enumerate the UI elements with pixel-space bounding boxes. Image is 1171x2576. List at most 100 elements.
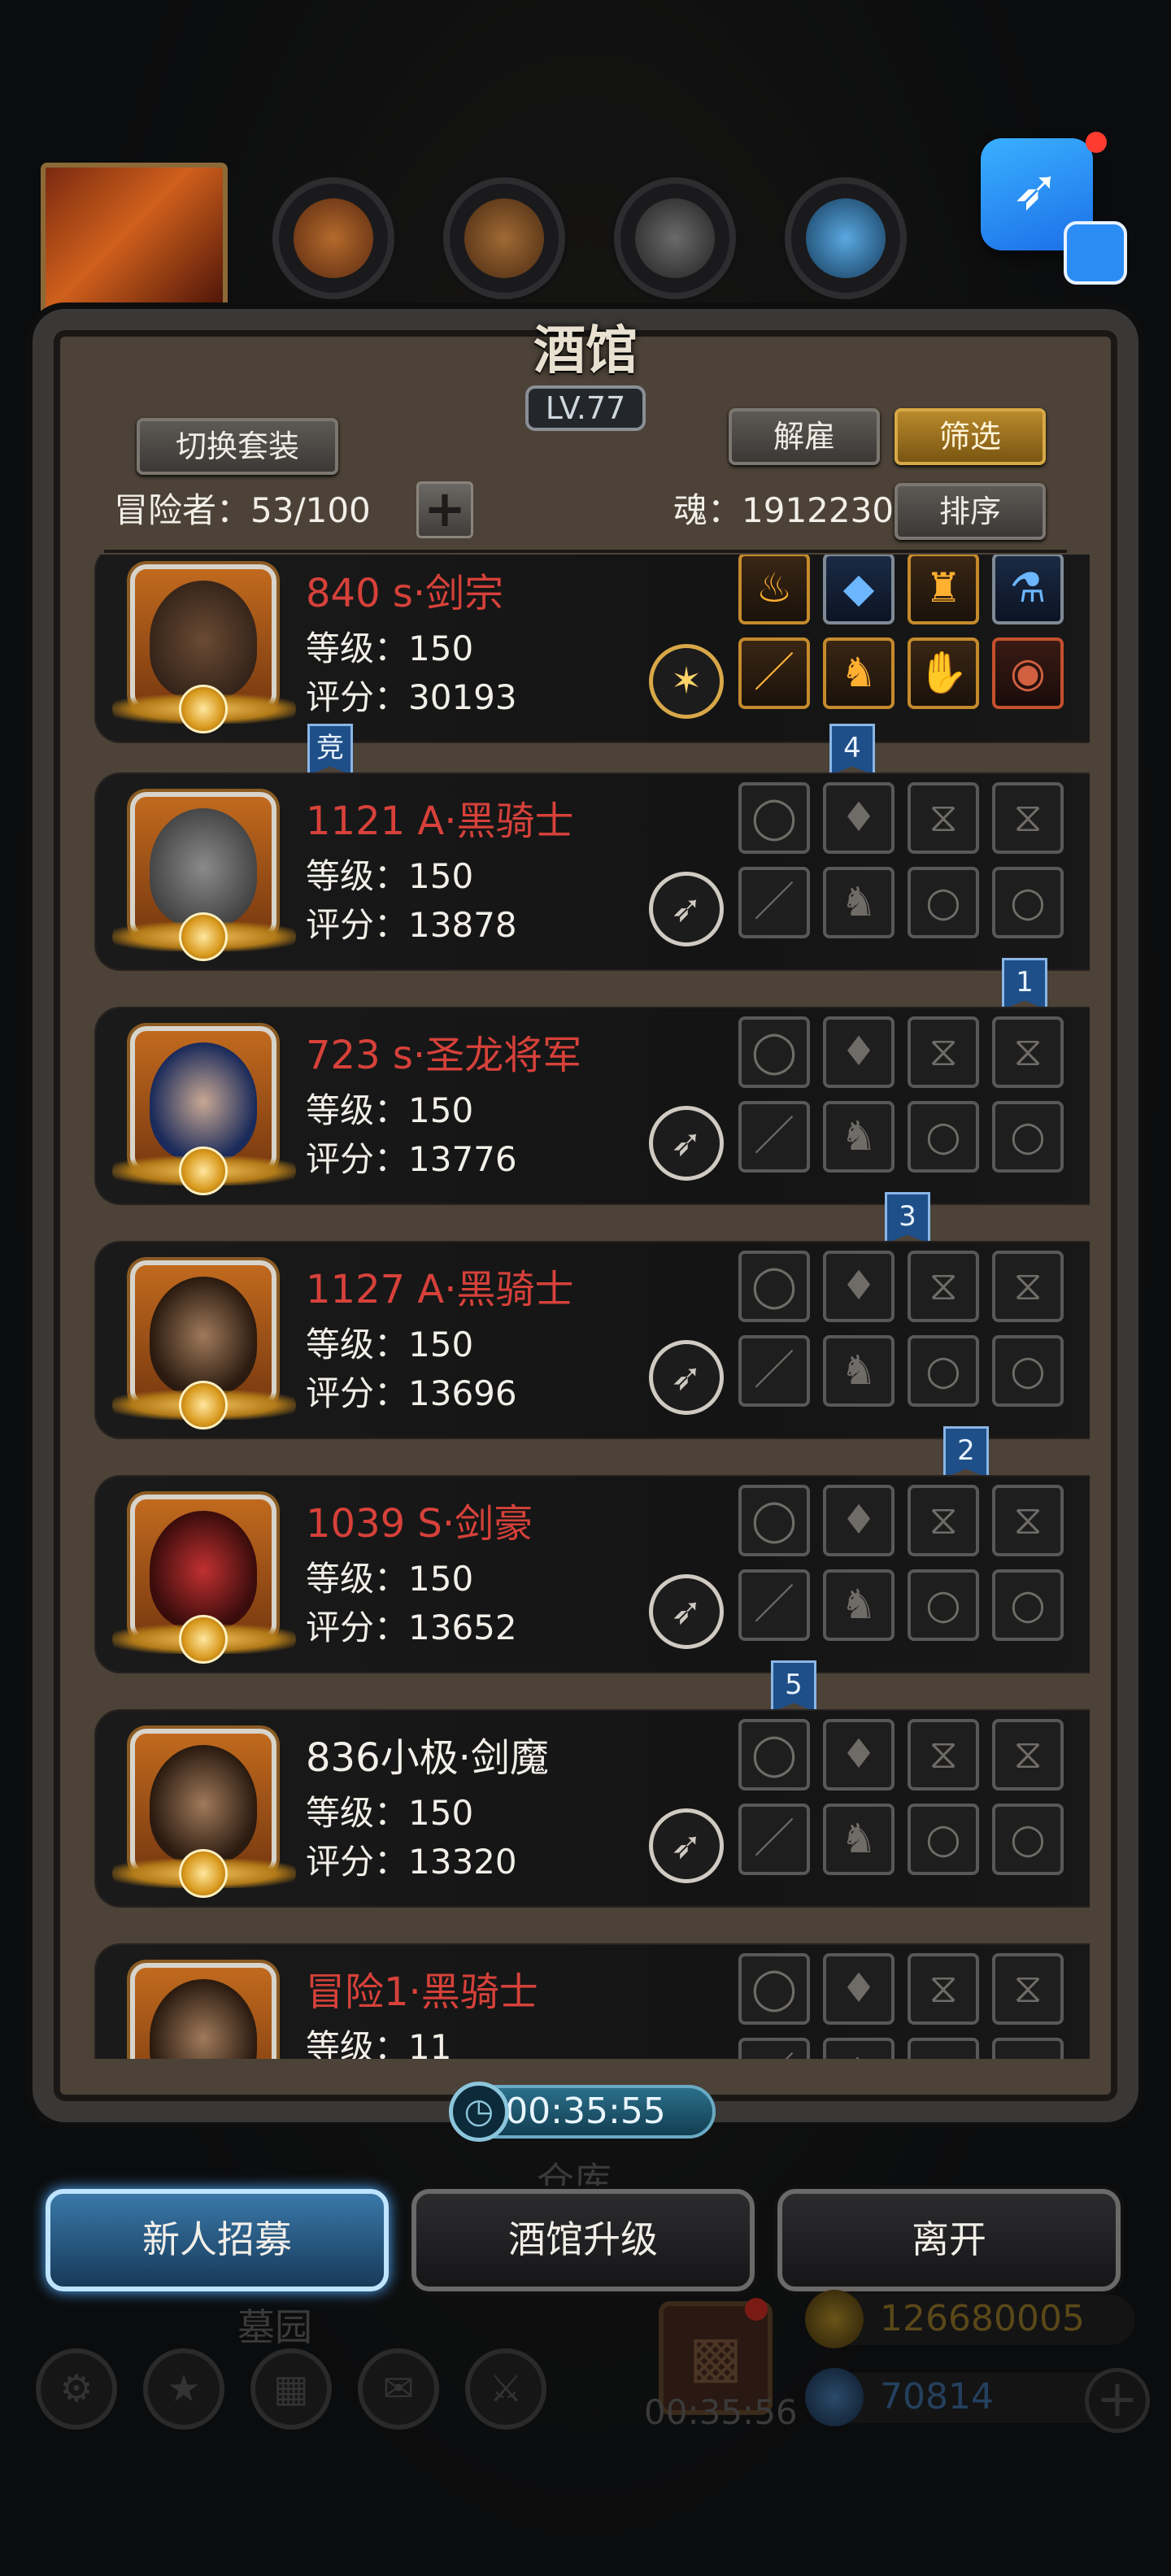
gold-resource: 126680005 [805,2290,1135,2348]
sword-icon[interactable]: ／ [738,2038,810,2059]
hourglass-icon[interactable]: ⧖ [908,1251,979,1322]
feather-icon[interactable]: ➶ [649,1574,724,1649]
hourglass-icon[interactable]: ⧖ [992,1953,1064,2025]
player-portrait[interactable] [41,163,228,317]
flame-icon[interactable]: ♦ [823,1251,895,1322]
adventurer-card[interactable]: 836小极·剑魔 等级：150 评分：13320 ➶ ◯ ♦ ⧖ ⧖ ／ ♞ ○… [96,1711,1090,1906]
ring-icon[interactable]: ○ [908,1804,979,1875]
hourglass-icon[interactable]: ⧖ [992,1251,1064,1322]
adventurer-name: 1121 A·黑骑士 [306,798,574,844]
gem-slot-icon[interactable]: ◆ [823,555,895,624]
switch-outfit-button[interactable]: 切换套装 [137,418,338,475]
filter-button[interactable]: 筛选 [895,408,1046,465]
necklace-icon[interactable]: ◯ [738,1016,810,1088]
ring-icon[interactable]: ○ [908,1101,979,1173]
feather-icon[interactable]: ➶ [649,1340,724,1415]
resource-iron-icon[interactable] [614,177,736,299]
notification-dot [1086,132,1107,153]
class-emblem-icon[interactable]: ✶ [649,644,724,719]
gift-timer: 00:35:56 [644,2392,798,2432]
adventurer-card[interactable]: 冒险1·黑骑士 等级：11 ◯ ♦ ⧖ ⧖ ／ ♞ ○ ○ [96,1945,1090,2059]
ring-icon[interactable]: ○ [908,1569,979,1641]
potion-slot-icon[interactable]: ⚗ [992,555,1064,624]
necklace-icon[interactable]: ◯ [738,1953,810,2025]
sword-icon[interactable]: ／ [738,1569,810,1641]
hourglass-icon[interactable]: ⧖ [992,1485,1064,1556]
hourglass-icon[interactable]: ⧖ [908,1953,979,2025]
flame-icon[interactable]: ♦ [823,1016,895,1088]
ring-icon[interactable]: ○ [992,1569,1064,1641]
recruit-button[interactable]: 新人招募 [46,2189,389,2291]
lantern-slot-icon[interactable]: ♜ [908,555,979,624]
settings-icon[interactable]: ⚙ [36,2348,117,2430]
ring-icon[interactable]: ○ [992,1101,1064,1173]
necklace-icon[interactable]: ◯ [738,1251,810,1322]
resource-crystal-icon[interactable] [785,177,907,299]
necklace-icon[interactable]: ◯ [738,1719,810,1791]
flame-icon[interactable]: ♦ [823,1719,895,1791]
adventurer-list[interactable]: 840 s·剑宗 等级：150 评分：30193 ✶ ♨ ◆ ♜ ⚗ ／ ♞ ✋… [81,555,1090,2059]
flame-icon[interactable]: ♦ [823,782,895,854]
mail-icon[interactable]: ✉ [358,2348,439,2430]
sword-icon[interactable]: ／ [738,1804,810,1875]
gauntlet-slot-icon[interactable]: ✋ [908,637,979,709]
sword-icon[interactable]: ／ [738,867,810,938]
armor-icon[interactable]: ♞ [823,1335,895,1407]
adventurer-name: 723 s·圣龙将军 [306,1033,582,1078]
hourglass-icon[interactable]: ⧖ [992,1016,1064,1088]
hourglass-icon[interactable]: ⧖ [908,1719,979,1791]
armor-slot-icon[interactable]: ♞ [823,637,895,709]
sword-icon[interactable]: ／ [738,1101,810,1173]
necklace-icon[interactable]: ◯ [738,782,810,854]
feather-icon[interactable]: ➶ [649,1106,724,1181]
upgrade-tavern-button[interactable]: 酒馆升级 [411,2189,755,2291]
adventurer-card[interactable]: 1127 A·黑骑士 等级：150 评分：13696 ➶ ◯ ♦ ⧖ ⧖ ／ ♞… [96,1242,1090,1438]
hourglass-icon[interactable]: ⧖ [992,782,1064,854]
armor-icon[interactable]: ♞ [823,867,895,938]
rank-tag: 5 [771,1660,816,1712]
adventurer-card[interactable]: 723 s·圣龙将军 等级：150 评分：13776 ➶ ◯ ♦ ⧖ ⧖ ／ ♞… [96,1008,1090,1203]
add-resource-button[interactable]: + [1085,2368,1150,2433]
resource-plank-icon[interactable] [443,177,565,299]
dismiss-button[interactable]: 解雇 [729,408,880,465]
armor-icon[interactable]: ♞ [823,1101,895,1173]
medal-icon [179,912,228,961]
feishu-mini-icon[interactable] [1064,221,1127,285]
ring-icon[interactable]: ○ [908,1335,979,1407]
sort-button[interactable]: 排序 [895,483,1046,540]
ranking-icon[interactable]: ▦ [250,2348,332,2430]
flame-icon[interactable]: ♦ [823,1485,895,1556]
sword-icon[interactable]: ／ [738,1335,810,1407]
adventurer-card[interactable]: 840 s·剑宗 等级：150 评分：30193 ✶ ♨ ◆ ♜ ⚗ ／ ♞ ✋… [96,555,1090,742]
ring-icon[interactable]: ○ [992,1335,1064,1407]
hourglass-icon[interactable]: ⧖ [908,782,979,854]
armor-icon[interactable]: ♞ [823,1804,895,1875]
medal-icon [179,1147,228,1195]
ring-slot-icon[interactable]: ◉ [992,637,1064,709]
necklace-icon[interactable]: ◯ [738,1485,810,1556]
ring-icon[interactable]: ○ [908,867,979,938]
ring-icon[interactable]: ○ [908,2038,979,2059]
hourglass-icon[interactable]: ⧖ [992,1719,1064,1791]
hourglass-icon[interactable]: ⧖ [908,1485,979,1556]
armor-icon[interactable]: ♞ [823,1569,895,1641]
feather-icon[interactable]: ➶ [649,872,724,946]
resource-wood-icon[interactable] [272,177,394,299]
adventurer-card[interactable]: 1121 A·黑骑士 等级：150 评分：13878 ➶ ◯ ♦ ⧖ ⧖ ／ ♞… [96,774,1090,969]
header-divider [104,550,1067,553]
sword-slot-icon[interactable]: ／ [738,637,810,709]
battle-icon[interactable]: ⚔ [465,2348,546,2430]
ring-icon[interactable]: ○ [992,2038,1064,2059]
leave-button[interactable]: 离开 [777,2189,1121,2291]
feather-icon[interactable]: ➶ [649,1808,724,1883]
ring-icon[interactable]: ○ [992,1804,1064,1875]
add-capacity-button[interactable]: + [416,481,473,538]
hourglass-icon[interactable]: ⧖ [908,1016,979,1088]
ring-icon[interactable]: ○ [992,867,1064,938]
armor-icon[interactable]: ♞ [823,2038,895,2059]
adventurer-score: 评分：13776 [306,1139,517,1179]
adventurer-card[interactable]: 1039 S·剑豪 等级：150 评分：13652 ➶ ◯ ♦ ⧖ ⧖ ／ ♞ … [96,1477,1090,1672]
flame-icon[interactable]: ♦ [823,1953,895,2025]
achievement-icon[interactable]: ★ [143,2348,224,2430]
helmet-slot-icon[interactable]: ♨ [738,555,810,624]
